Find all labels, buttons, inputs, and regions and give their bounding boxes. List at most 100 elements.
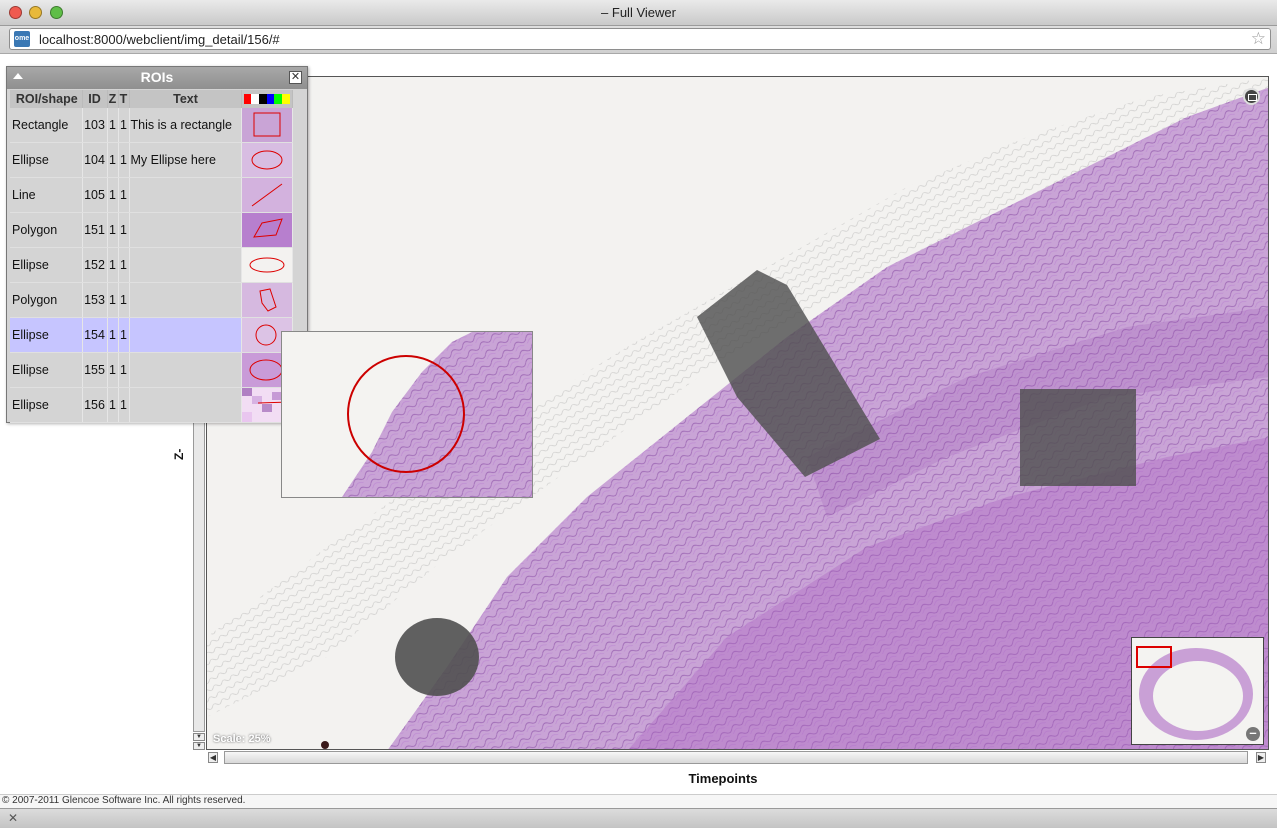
minus-icon[interactable]: – bbox=[1246, 726, 1260, 741]
address-bar: ome localhost:8000/webclient/img_detail/… bbox=[0, 26, 1277, 54]
color-swatches[interactable] bbox=[243, 94, 290, 104]
roi-id: 103 bbox=[82, 108, 108, 143]
z-down-arrow-icon[interactable]: ▼ bbox=[193, 733, 205, 741]
roi-id: 151 bbox=[82, 212, 108, 248]
roi-id: 153 bbox=[82, 282, 108, 318]
roi-thumbnail bbox=[241, 142, 293, 178]
color-swatch[interactable] bbox=[274, 94, 282, 104]
color-picker[interactable] bbox=[241, 90, 293, 108]
roi-id: 154 bbox=[82, 317, 108, 353]
roi-id: 152 bbox=[82, 247, 108, 283]
roi-z: 1 bbox=[107, 387, 119, 423]
color-swatch[interactable] bbox=[266, 94, 275, 104]
roi-text bbox=[129, 177, 242, 213]
roi-text bbox=[129, 387, 242, 423]
roi-z: 1 bbox=[107, 317, 119, 353]
table-row[interactable]: Ellipse 155 1 1 bbox=[10, 352, 293, 388]
timepoint-slider[interactable] bbox=[224, 751, 1248, 764]
column-header-t[interactable]: T bbox=[118, 90, 130, 108]
roi-shape: Ellipse bbox=[10, 352, 83, 388]
roi-shape: Polygon bbox=[10, 282, 83, 318]
table-row[interactable]: Ellipse 154 1 1 bbox=[10, 317, 293, 353]
roi-id: 104 bbox=[82, 142, 108, 178]
color-swatch[interactable] bbox=[258, 94, 267, 104]
roi-thumbnail bbox=[241, 282, 293, 318]
roi-preview-popup bbox=[281, 331, 533, 498]
roi-panel-title: ROIs bbox=[140, 69, 174, 85]
roi-z: 1 bbox=[107, 177, 119, 213]
table-row[interactable]: Polygon 151 1 1 bbox=[10, 212, 293, 248]
table-row[interactable]: Ellipse 152 1 1 bbox=[10, 247, 293, 283]
roi-t: 1 bbox=[118, 282, 130, 318]
z-slider[interactable] bbox=[193, 420, 205, 732]
url-field[interactable]: ome localhost:8000/webclient/img_detail/… bbox=[9, 28, 1271, 50]
footer: © 2007-2011 Glencoe Software Inc. All ri… bbox=[0, 794, 1277, 808]
star-icon[interactable]: ☆ bbox=[1251, 29, 1266, 49]
roi-shape: Ellipse bbox=[10, 142, 83, 178]
viewport-indicator[interactable] bbox=[1136, 646, 1172, 668]
favicon-icon: ome bbox=[14, 31, 30, 47]
column-header-id[interactable]: ID bbox=[82, 90, 108, 108]
table-row[interactable]: Polygon 153 1 1 bbox=[10, 282, 293, 318]
table-row[interactable]: Ellipse 156 1 1 bbox=[10, 387, 293, 423]
roi-text bbox=[129, 247, 242, 283]
table-row[interactable]: Ellipse 104 1 1 My Ellipse here bbox=[10, 142, 293, 178]
roi-shape: Ellipse bbox=[10, 387, 83, 423]
close-icon[interactable]: ✕ bbox=[289, 71, 302, 84]
column-header-z[interactable]: Z bbox=[107, 90, 119, 108]
roi-t: 1 bbox=[118, 387, 130, 423]
roi-text: This is a rectangle bbox=[129, 108, 242, 143]
roi-t: 1 bbox=[118, 142, 130, 178]
monitor-icon[interactable] bbox=[1243, 88, 1260, 105]
roi-z: 1 bbox=[107, 142, 119, 178]
roi-rectangle-overlay bbox=[1020, 389, 1136, 486]
roi-shape: Rectangle bbox=[10, 108, 83, 143]
roi-text bbox=[129, 282, 242, 318]
roi-z: 1 bbox=[107, 108, 119, 143]
z-last-arrow-icon[interactable]: ▼ bbox=[193, 742, 205, 750]
roi-z: 1 bbox=[107, 247, 119, 283]
roi-table-header: ROI/shape ID Z T Text bbox=[10, 90, 293, 108]
birds-eye-view[interactable]: – bbox=[1131, 637, 1264, 745]
roi-t: 1 bbox=[118, 108, 130, 143]
status-bar: ✕ bbox=[0, 808, 1277, 828]
roi-thumbnail bbox=[241, 212, 293, 248]
roi-panel-header[interactable]: ROIs ✕ bbox=[7, 67, 307, 89]
roi-t: 1 bbox=[118, 317, 130, 353]
roi-t: 1 bbox=[118, 212, 130, 248]
roi-text: My Ellipse here bbox=[129, 142, 242, 178]
roi-z: 1 bbox=[107, 212, 119, 248]
roi-table: ROI/shape ID Z T Text Rectangle 103 1 1 This… bbox=[10, 90, 293, 423]
roi-text bbox=[129, 317, 242, 353]
window-title: – Full Viewer bbox=[601, 5, 676, 20]
color-swatch[interactable] bbox=[243, 94, 252, 104]
close-icon[interactable]: ✕ bbox=[8, 811, 18, 825]
roi-panel: ROIs ✕ ROI/shape ID Z T Text Rectangle 10… bbox=[6, 66, 308, 423]
roi-text bbox=[129, 212, 242, 248]
roi-id: 105 bbox=[82, 177, 108, 213]
column-header-text[interactable]: Text bbox=[129, 90, 242, 108]
t-right-arrow-icon[interactable]: ▶ bbox=[1256, 752, 1266, 763]
roi-shape: Line bbox=[10, 177, 83, 213]
table-row[interactable]: Rectangle 103 1 1 This is a rectangle bbox=[10, 108, 293, 143]
roi-shape: Ellipse bbox=[10, 317, 83, 353]
roi-preview-image bbox=[282, 332, 532, 497]
roi-t: 1 bbox=[118, 247, 130, 283]
roi-t: 1 bbox=[118, 352, 130, 388]
color-swatch[interactable] bbox=[251, 94, 259, 104]
table-row[interactable]: Line 105 1 1 bbox=[10, 177, 293, 213]
roi-shape: Polygon bbox=[10, 212, 83, 248]
roi-thumbnail bbox=[241, 247, 293, 283]
roi-t: 1 bbox=[118, 177, 130, 213]
t-left-arrow-icon[interactable]: ◀ bbox=[208, 752, 218, 763]
column-header-shape[interactable]: ROI/shape bbox=[10, 90, 83, 108]
title-bar: – Full Viewer bbox=[0, 0, 1277, 26]
z-section-label: Z-section bbox=[172, 448, 186, 460]
url-text[interactable]: localhost:8000/webclient/img_detail/156/… bbox=[39, 32, 280, 47]
color-swatch[interactable] bbox=[281, 94, 290, 104]
roi-id: 155 bbox=[82, 352, 108, 388]
roi-id: 156 bbox=[82, 387, 108, 423]
timepoints-label: Timepoints bbox=[688, 771, 758, 786]
roi-thumbnail bbox=[241, 177, 293, 213]
roi-shape: Ellipse bbox=[10, 247, 83, 283]
